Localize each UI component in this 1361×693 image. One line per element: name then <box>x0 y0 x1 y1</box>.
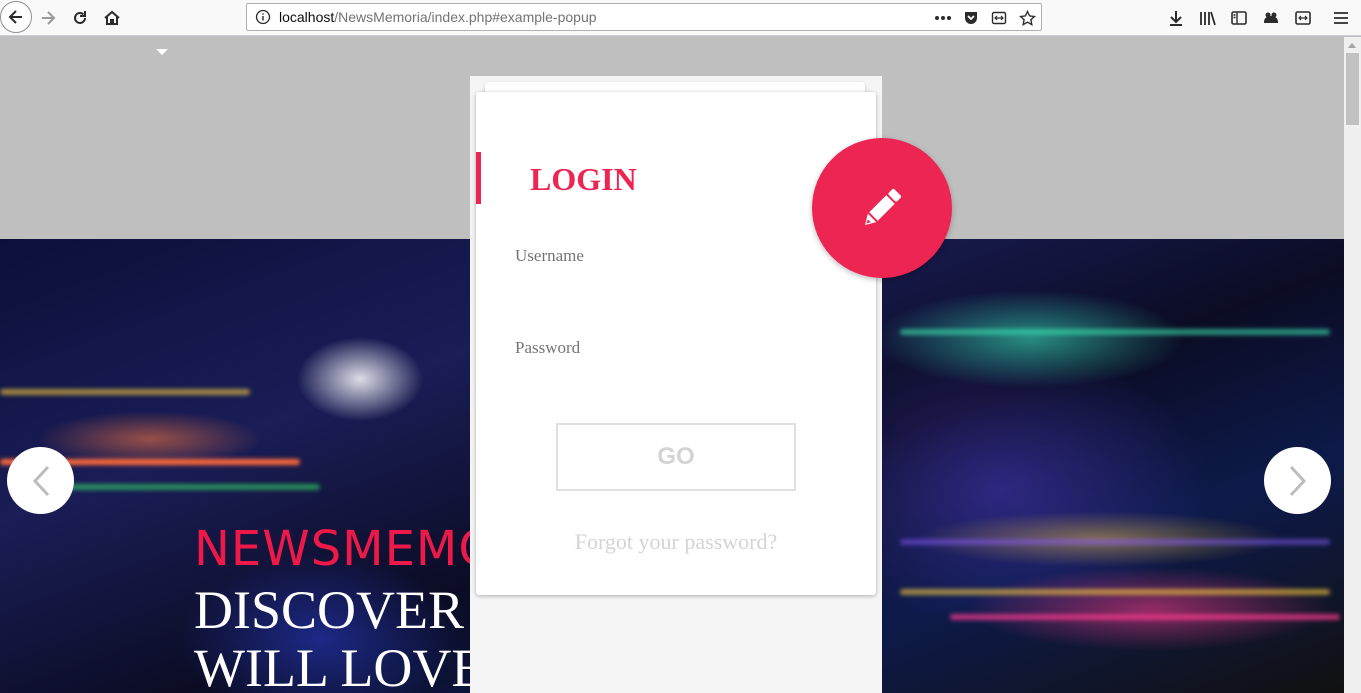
go-button[interactable]: GO <box>556 423 796 491</box>
extension-icon <box>1264 12 1278 23</box>
sidebar-icon <box>1231 11 1247 25</box>
password-input[interactable] <box>515 362 837 392</box>
chevron-right-icon <box>1289 465 1306 496</box>
light-streak <box>60 484 320 490</box>
url-path: /NewsMemoria/index.php#example-popup <box>334 9 597 25</box>
login-popup: LOGIN Username Password GO Forgot your p… <box>470 76 952 693</box>
library-icon <box>1200 11 1216 26</box>
bookmark-star-icon[interactable] <box>1017 8 1037 28</box>
url-text[interactable]: localhost/NewsMemoria/index.php#example-… <box>279 9 597 25</box>
dropdown-caret-icon[interactable] <box>156 49 168 55</box>
reload-button[interactable] <box>66 4 94 32</box>
info-icon[interactable] <box>255 9 271 25</box>
light-streak <box>900 539 1330 545</box>
light-streak <box>950 614 1340 620</box>
back-button[interactable] <box>0 1 32 33</box>
pocket-icon[interactable] <box>961 8 981 28</box>
home-icon <box>104 10 120 25</box>
scroll-up-arrow-icon[interactable] <box>1348 43 1356 48</box>
scroll-thumb[interactable] <box>1346 53 1359 125</box>
reader-view-icon[interactable] <box>989 8 1009 28</box>
chevron-left-icon <box>32 465 49 496</box>
hamburger-menu-icon <box>1334 12 1348 24</box>
more-dots-icon[interactable] <box>933 8 953 28</box>
light-streak <box>900 589 1330 595</box>
light-streak <box>0 389 250 395</box>
title-accent-bar <box>476 152 481 204</box>
menu-button[interactable] <box>1327 4 1355 32</box>
hero-tagline: DISCOVER WILL LOVE <box>194 581 484 693</box>
screenshot-button[interactable] <box>1289 4 1317 32</box>
url-host: localhost <box>279 9 335 25</box>
library-button[interactable] <box>1194 4 1222 32</box>
download-icon <box>1170 11 1182 26</box>
username-input[interactable] <box>515 270 837 300</box>
light-streak <box>900 329 1330 335</box>
hero-brand-title: NEWSMEMO <box>194 521 498 577</box>
url-bar[interactable]: localhost/NewsMemoria/index.php#example-… <box>246 3 1042 31</box>
register-toggle-button[interactable] <box>812 138 952 278</box>
hero-tagline-line1: DISCOVER <box>194 580 465 640</box>
page-scrollbar[interactable] <box>1344 37 1361 693</box>
sidebar-button[interactable] <box>1225 4 1253 32</box>
downloads-button[interactable] <box>1162 4 1190 32</box>
pencil-icon <box>865 189 901 225</box>
hero-tagline-line2: WILL LOVE <box>194 638 485 693</box>
login-title: LOGIN <box>530 161 637 197</box>
username-label: Username <box>515 246 584 265</box>
screenshot-icon <box>1295 11 1311 25</box>
password-label: Password <box>515 338 581 357</box>
back-arrow-icon <box>8 10 22 24</box>
home-button[interactable] <box>98 4 126 32</box>
browser-toolbar: localhost/NewsMemoria/index.php#example-… <box>0 0 1361 36</box>
login-card: LOGIN Username Password GO Forgot your p… <box>476 92 952 595</box>
slider-prev-button[interactable] <box>7 447 74 514</box>
forgot-password-link[interactable]: Forgot your password? <box>476 529 876 555</box>
forward-arrow-icon <box>42 11 56 25</box>
forward-button[interactable] <box>34 4 62 32</box>
reload-icon <box>74 11 86 24</box>
extension-button[interactable] <box>1257 4 1285 32</box>
slider-next-button[interactable] <box>1264 447 1331 514</box>
page-content: NEWSMEMO DISCOVER WILL LOVE LOGIN Userna… <box>0 37 1344 693</box>
